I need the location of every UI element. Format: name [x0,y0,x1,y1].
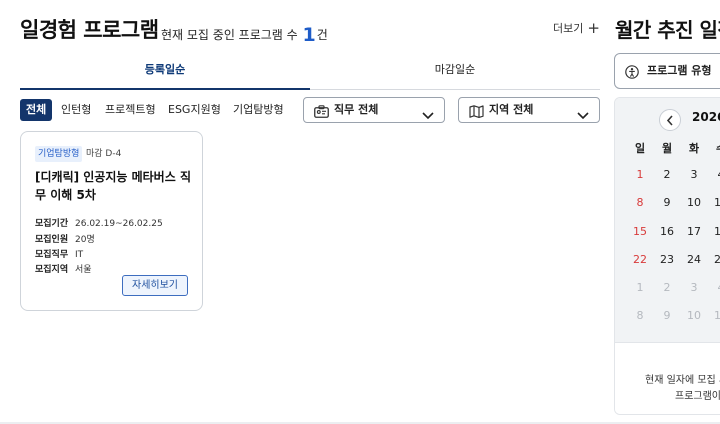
calendar-notice: 현재 일자에 모집 시 프로그램이 [615,342,720,414]
headcount-label: 모집인원 [35,235,69,245]
calendar-day-other-month[interactable]: 9 [657,309,677,322]
region-filter-label: 지역 전체 [489,103,534,116]
calendar-day-other-month[interactable]: 3 [684,281,704,294]
calendar-day[interactable]: 22 [630,253,650,266]
deadline-badge: 마감 D-4 [86,149,122,159]
calendar-day-other-month[interactable]: 8 [630,309,650,322]
chip-esg[interactable]: ESG지원형 [168,99,221,121]
program-section: 일경험 프로그램 현재 모집 중인 프로그램 수 1건 더보기 + 등록일순 마감… [20,0,600,424]
page-title: 일경험 프로그램 [20,18,159,42]
calendar-day[interactable]: 3 [684,168,704,181]
weekday-mon: 월 [661,142,673,155]
info-region: 모집지역 서울 [35,262,92,275]
calendar-title: 월간 추진 일정 [615,18,720,42]
chip-company-visit[interactable]: 기업탐방형 [233,99,284,121]
calendar-day[interactable]: 8 [630,196,650,209]
period-value: 26.02.19~26.02.25 [75,219,163,229]
region-filter-select[interactable]: 지역 전체 [458,97,600,123]
job-label: 모집직무 [35,250,69,260]
period-label: 모집기간 [35,219,69,229]
more-label: 더보기 [553,22,584,35]
weekday-tue: 화 [688,142,700,155]
program-type-label: 프로그램 유형 [647,64,712,77]
chevron-down-icon [577,105,589,124]
id-card-icon [314,103,329,122]
calendar: 2026 일 월 화 수 1 2 3 4 8 9 10 11 15 16 17 … [614,97,720,415]
calendar-section: 월간 추진 일정 프로그램 유형 2026 일 월 화 수 1 2 3 4 8 … [614,0,720,424]
calendar-day[interactable]: 1 [630,168,650,181]
calendar-grid-background [615,98,720,342]
region-value: 서울 [75,265,92,275]
info-headcount: 모집인원 20명 [35,232,95,245]
calendar-day[interactable]: 2 [657,168,677,181]
notice-line-1: 현재 일자에 모집 시 [645,375,720,386]
month-label: 2026 [692,110,720,124]
sort-tabs: 등록일순 마감일순 [20,56,600,90]
program-title: [디캐릭] 인공지능 메타버스 직무 이해 5차 [35,170,191,202]
calendar-day[interactable]: 10 [684,196,704,209]
calendar-day[interactable]: 9 [657,196,677,209]
count-value: 1 [302,24,316,46]
plus-icon: + [587,19,600,37]
prev-month-button[interactable] [659,109,681,131]
program-type-badge: 기업탐방형 [35,146,83,162]
count-prefix: 현재 모집 중인 프로그램 수 [161,28,298,42]
calendar-day[interactable]: 24 [684,253,704,266]
count-suffix: 건 [316,28,328,42]
job-filter-select[interactable]: 직무 전체 [303,97,445,123]
chevron-left-icon [666,115,673,126]
chip-project[interactable]: 프로젝트형 [105,99,156,121]
headcount-value: 20명 [75,235,95,245]
weekday-wed: 수 [711,140,720,156]
calendar-day[interactable]: 16 [657,225,677,238]
notice-line-2: 프로그램이 [675,391,720,402]
section-header: 일경험 프로그램 현재 모집 중인 프로그램 수 1건 더보기 + [20,14,600,46]
calendar-day[interactable]: 18 [711,225,720,238]
calendar-day-other-month[interactable]: 4 [711,281,720,294]
calendar-day[interactable]: 15 [630,225,650,238]
tab-registration-order[interactable]: 등록일순 [20,56,310,90]
calendar-day[interactable]: 4 [711,168,720,181]
job-filter-label: 직무 전체 [334,103,379,116]
chip-all[interactable]: 전체 [20,99,53,121]
person-circle-icon [625,64,639,83]
program-type-select[interactable]: 프로그램 유형 [614,53,720,89]
job-value: IT [75,250,84,260]
weekday-sun: 일 [634,142,646,155]
calendar-day[interactable]: 25 [711,253,720,266]
tab-deadline-order[interactable]: 마감일순 [310,56,600,89]
chip-intern[interactable]: 인턴형 [61,99,91,121]
calendar-day-other-month[interactable]: 10 [684,309,704,322]
calendar-day-other-month[interactable]: 11 [711,309,720,322]
info-job: 모집직무 IT [35,247,83,260]
program-card[interactable]: 기업탐방형 마감 D-4 [디캐릭] 인공지능 메타버스 직무 이해 5차 모집… [20,131,203,311]
region-label: 모집지역 [35,265,69,275]
more-button[interactable]: 더보기 + [553,18,600,37]
chevron-down-icon [422,105,434,124]
detail-button[interactable]: 자세히보기 [122,275,188,296]
calendar-day-other-month[interactable]: 1 [630,281,650,294]
calendar-day-other-month[interactable]: 2 [657,281,677,294]
map-icon [469,103,484,122]
calendar-day[interactable]: 23 [657,253,677,266]
calendar-day[interactable]: 17 [684,225,704,238]
info-period: 모집기간 26.02.19~26.02.25 [35,216,163,229]
calendar-day[interactable]: 11 [711,196,720,209]
program-count: 현재 모집 중인 프로그램 수 1건 [161,22,328,46]
